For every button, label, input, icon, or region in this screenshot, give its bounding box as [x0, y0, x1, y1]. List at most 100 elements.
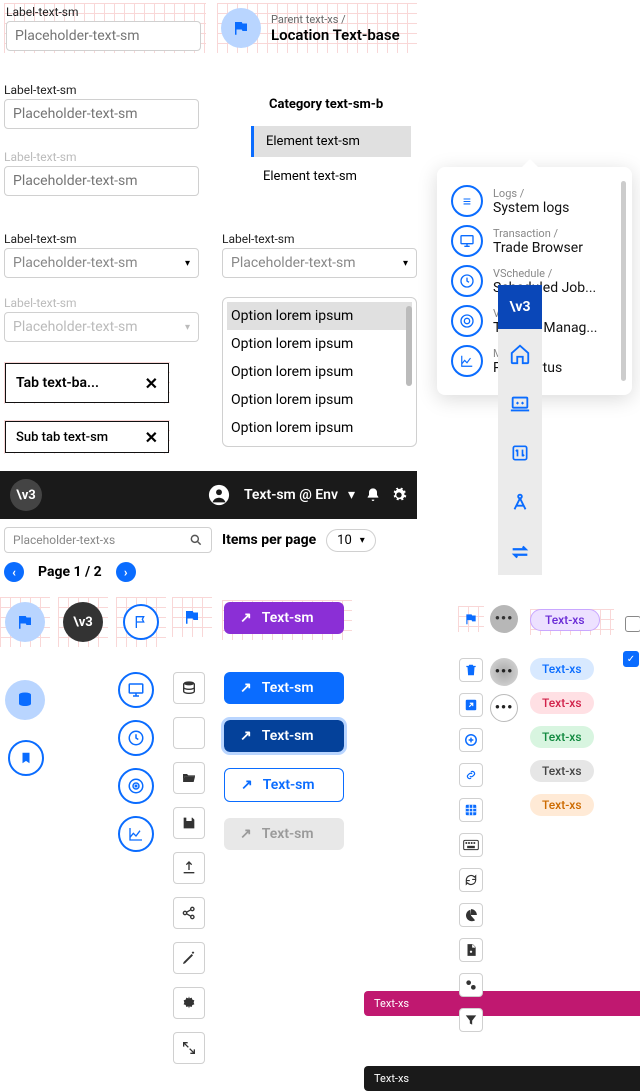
database-icon[interactable]: [5, 680, 45, 720]
dropdown-option[interactable]: Option lorem ipsum: [227, 414, 412, 442]
items-per-page-select[interactable]: 10▾: [326, 529, 376, 552]
bell-icon[interactable]: [365, 487, 381, 503]
chevron-down-icon[interactable]: ▾: [348, 487, 355, 503]
target-icon: [451, 305, 483, 337]
trash-icon[interactable]: [459, 658, 483, 682]
gear-icon[interactable]: [173, 987, 205, 1019]
items-per-page-label: Items per page: [222, 532, 316, 548]
user-icon[interactable]: [208, 484, 230, 506]
input-label: Label-text-sm: [6, 5, 204, 19]
open-icon: ↗: [241, 777, 253, 793]
badge-green: Text-xs: [530, 726, 594, 748]
dropdown-option[interactable]: Option lorem ipsum: [227, 386, 412, 414]
chart-icon: [451, 345, 483, 377]
prev-page-button[interactable]: ‹: [4, 562, 24, 582]
nav-item[interactable]: ≡Logs /System logs: [451, 181, 622, 221]
keyboard-icon[interactable]: [459, 833, 483, 857]
element-item[interactable]: Element text-sm: [251, 126, 411, 157]
gear-icon[interactable]: [391, 487, 407, 503]
pie-chart-icon[interactable]: [459, 903, 483, 927]
flag-icon[interactable]: [464, 612, 478, 626]
rail-logo[interactable]: \v3: [498, 285, 542, 329]
more-dots-button[interactable]: •••: [490, 605, 518, 633]
open-icon: ↗: [240, 680, 252, 696]
chart-icon[interactable]: [118, 816, 154, 852]
dropdown-option[interactable]: Option lorem ipsum: [227, 302, 412, 330]
share-icon[interactable]: [173, 897, 205, 929]
open-icon: ↗: [240, 826, 252, 842]
flag-icon-outline[interactable]: [123, 604, 159, 640]
dropdown-option[interactable]: Option lorem ipsum: [227, 330, 412, 358]
search-input[interactable]: Placeholder-text-xs: [4, 527, 212, 553]
tooltip: Text-xs: [364, 991, 640, 1016]
button-outline[interactable]: ↗Text-sm: [224, 768, 344, 802]
bookmark-icon[interactable]: [8, 740, 44, 776]
element-item[interactable]: Element text-sm: [251, 161, 411, 192]
scrollbar[interactable]: [406, 306, 412, 386]
text-input-disabled: [4, 166, 199, 196]
more-dots-button[interactable]: •••: [490, 658, 518, 686]
app-header: \v3 Text-sm @ Env ▾: [0, 471, 417, 519]
button-selected[interactable]: ↗Text-sm: [224, 720, 344, 752]
open-icon: ↗: [240, 728, 252, 744]
search-icon: [189, 533, 203, 547]
expand-icon[interactable]: [173, 1032, 205, 1064]
close-icon[interactable]: ✕: [145, 374, 158, 393]
input-label: Label-text-sm: [4, 83, 199, 97]
more-dots-button[interactable]: •••: [490, 694, 518, 722]
chevron-down-icon: ▾: [360, 535, 365, 546]
monitor-icon: [451, 225, 483, 257]
app-logo[interactable]: \v3: [10, 479, 42, 511]
input-label-disabled: Label-text-sm: [4, 150, 199, 164]
flag-icon[interactable]: [183, 608, 201, 626]
dropdown-listbox[interactable]: Option lorem ipsum Option lorem ipsum Op…: [222, 297, 417, 447]
checkbox-checked[interactable]: ✓: [623, 651, 639, 667]
laptop-icon[interactable]: [498, 379, 542, 429]
home-icon[interactable]: [498, 329, 542, 379]
scrollbar[interactable]: [621, 181, 626, 381]
chevron-down-icon: ▾: [185, 258, 190, 269]
app-logo[interactable]: \v3: [63, 602, 103, 642]
nav-item[interactable]: Transaction /Trade Browser: [451, 221, 622, 261]
database-icon[interactable]: [173, 672, 205, 704]
filter-icon[interactable]: [459, 1008, 483, 1032]
target-icon[interactable]: [118, 768, 154, 804]
text-input[interactable]: [6, 21, 201, 51]
select[interactable]: Placeholder-text-sm▾: [222, 248, 417, 278]
clock-icon: [451, 265, 483, 297]
dropdown-option[interactable]: Option lorem ipsum: [227, 358, 412, 386]
swap-icon[interactable]: [498, 527, 542, 577]
tooltip: Text-xs: [364, 1066, 640, 1091]
link-icon[interactable]: [459, 763, 483, 787]
breadcrumb-parent: Parent text-xs /: [271, 13, 400, 26]
select[interactable]: Placeholder-text-sm▾: [4, 248, 199, 278]
table-icon[interactable]: [459, 798, 483, 822]
subtab-chip[interactable]: Sub tab text-sm ✕: [5, 421, 169, 453]
flag-icon[interactable]: [5, 602, 45, 642]
upload-icon[interactable]: [173, 852, 205, 884]
button-primary[interactable]: ↗Text-sm: [224, 672, 344, 704]
refresh-icon[interactable]: [459, 868, 483, 892]
pencil-icon[interactable]: [173, 942, 205, 974]
close-icon[interactable]: ✕: [145, 428, 158, 447]
side-rail: \v3: [498, 285, 542, 575]
chevron-down-icon: ▾: [403, 258, 408, 269]
open-new-icon[interactable]: [459, 693, 483, 717]
text-input[interactable]: [4, 99, 199, 129]
checkbox[interactable]: [625, 616, 640, 632]
next-page-button[interactable]: ›: [116, 562, 136, 582]
clock-icon[interactable]: [118, 720, 154, 756]
select-label: Label-text-sm: [4, 232, 199, 246]
monitor-icon[interactable]: [118, 672, 154, 708]
transfer-icon[interactable]: [498, 429, 542, 477]
compass-icon[interactable]: [498, 477, 542, 527]
gears-icon[interactable]: [459, 973, 483, 997]
save-icon[interactable]: [173, 807, 205, 839]
folder-open-icon[interactable]: [173, 762, 205, 794]
file-icon[interactable]: [459, 938, 483, 962]
category-header: Category text-sm-b: [251, 93, 411, 116]
button-primary-alt[interactable]: ↗Text-sm: [224, 602, 344, 634]
plus-icon[interactable]: [459, 728, 483, 752]
bar-chart-icon[interactable]: [173, 717, 205, 749]
tab-chip[interactable]: Tab text-ba... ✕: [5, 363, 169, 403]
